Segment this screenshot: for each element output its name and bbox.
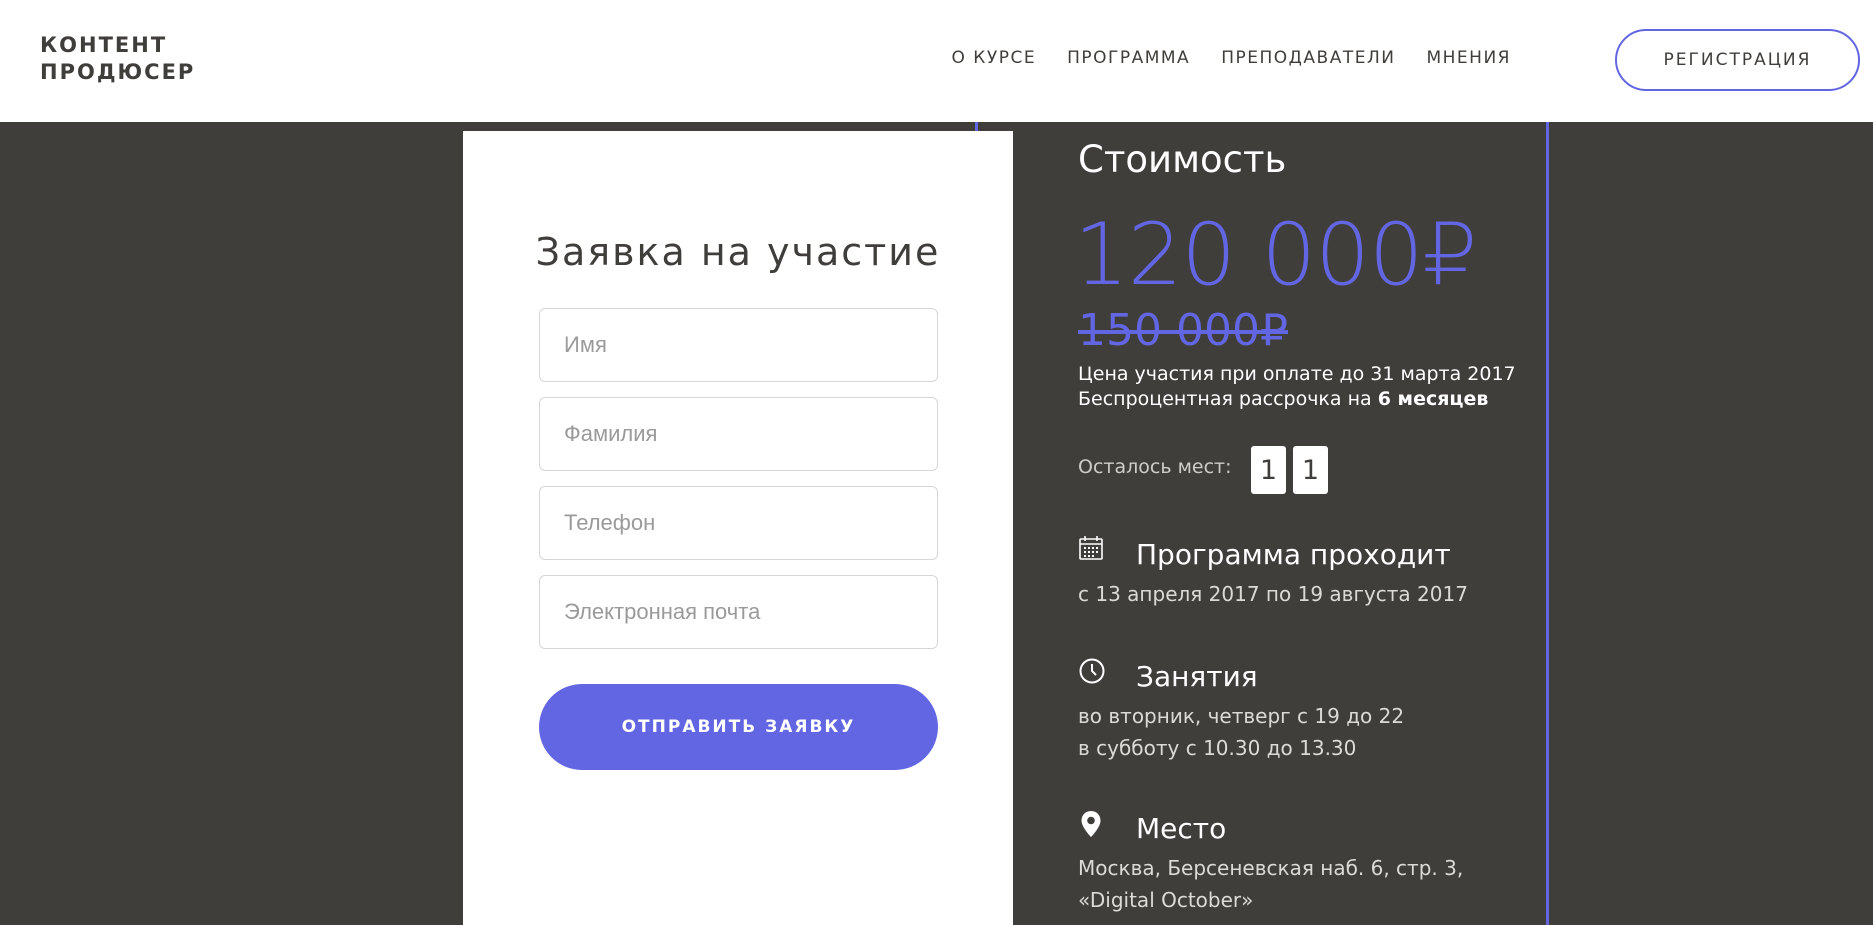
site-header: КОНТЕНТ ПРОДЮСЕР О КУРСЕ ПРОГРАММА ПРЕПО…: [0, 0, 1873, 122]
form-title: Заявка на участие: [535, 230, 941, 274]
email-input[interactable]: [539, 575, 938, 649]
nav-reviews[interactable]: МНЕНИЯ: [1426, 48, 1511, 72]
price-deadline-text: Цена участия при оплате до 31 марта 2017: [1078, 363, 1516, 385]
place-venue-text: «Digital October»: [1078, 888, 1254, 912]
program-dates-text: с 13 апреля 2017 по 19 августа 2017: [1078, 582, 1468, 606]
installment-prefix: Беспроцентная рассрочка на: [1078, 388, 1378, 410]
installment-term: 6 месяцев: [1377, 388, 1489, 410]
classes-title: Занятия: [1136, 660, 1258, 693]
register-button[interactable]: РЕГИСТРАЦИЯ: [1615, 29, 1860, 91]
clock-icon: [1078, 657, 1106, 689]
classes-text: во вторник, четверг с 19 до 22 в субботу…: [1078, 700, 1404, 764]
phone-input[interactable]: [539, 486, 938, 560]
last-name-input[interactable]: [539, 397, 938, 471]
logo[interactable]: КОНТЕНТ ПРОДЮСЕР: [40, 32, 195, 86]
map-pin-icon: [1080, 810, 1102, 842]
seats-digit-2: 1: [1293, 446, 1328, 494]
submit-application-button[interactable]: ОТПРАВИТЬ ЗАЯВКУ: [539, 684, 938, 770]
place-title: Место: [1136, 812, 1227, 845]
logo-line-2: ПРОДЮСЕР: [40, 60, 196, 84]
accent-line-right: [1546, 122, 1549, 925]
nav-about[interactable]: О КУРСЕ: [951, 48, 1036, 72]
nav-program[interactable]: ПРОГРАММА: [1067, 48, 1190, 72]
classes-saturday-text: в субботу с 10.30 до 13.30: [1078, 736, 1357, 760]
calendar-icon: [1078, 535, 1104, 565]
place-address-text: Москва, Берсеневская наб. 6, стр. 3,: [1078, 856, 1464, 880]
place-text: Москва, Берсеневская наб. 6, стр. 3, «Di…: [1078, 852, 1463, 916]
old-price: 150 000₽: [1078, 305, 1288, 356]
main-nav: О КУРСЕ ПРОГРАММА ПРЕПОДАВАТЕЛИ МНЕНИЯ: [951, 48, 1511, 72]
current-price: 120 000₽: [1074, 205, 1477, 305]
price-heading: Стоимость: [1078, 138, 1287, 181]
program-dates-title: Программа проходит: [1136, 538, 1451, 571]
first-name-input[interactable]: [539, 308, 938, 382]
nav-teachers[interactable]: ПРЕПОДАВАТЕЛИ: [1221, 48, 1395, 72]
installment-text: Беспроцентная рассрочка на 6 месяцев: [1078, 387, 1516, 412]
price-note: Цена участия при оплате до 31 марта 2017…: [1078, 362, 1516, 412]
logo-line-1: КОНТЕНТ: [40, 33, 168, 57]
seats-left-label: Осталось мест:: [1078, 456, 1232, 478]
classes-weekday-text: во вторник, четверг с 19 до 22: [1078, 704, 1405, 728]
seats-digit-1: 1: [1251, 446, 1286, 494]
